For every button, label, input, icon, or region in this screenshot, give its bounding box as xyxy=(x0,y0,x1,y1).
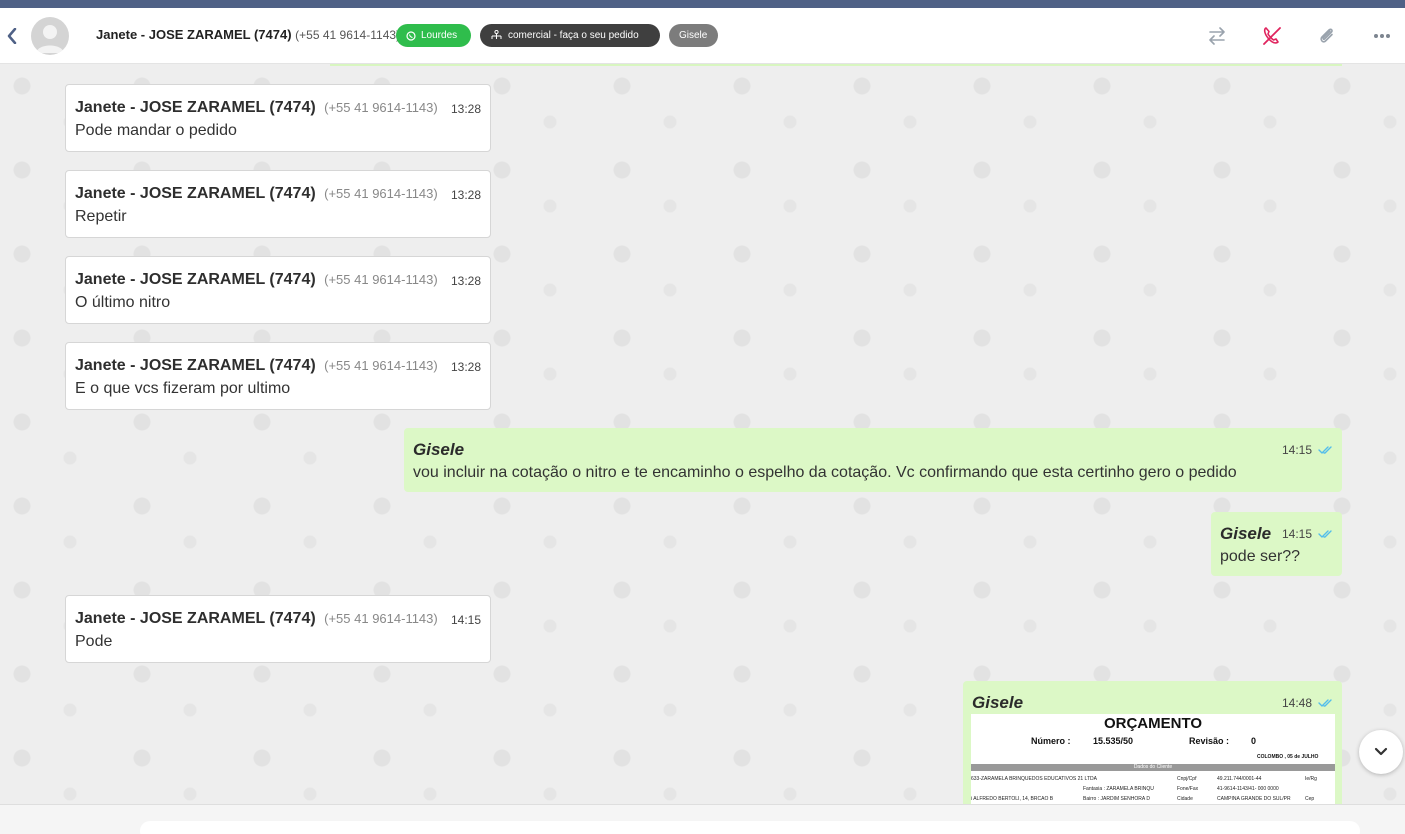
document-client-field: Cidade xyxy=(1177,796,1193,802)
message-sender: Gisele xyxy=(413,440,465,459)
department-tag-label: comercial - faça o seu pedido xyxy=(508,30,639,41)
message-sender: Janete - JOSE ZARAMEL (7474) xyxy=(75,357,316,374)
message-sender: Janete - JOSE ZARAMEL (7474) xyxy=(75,610,316,627)
document-client-field: CAMPINA GRANDE DO SUL/PR xyxy=(1217,796,1291,802)
outgoing-document-message[interactable]: Gisele 14:48 ORÇAMENTO Número : 15.535/5… xyxy=(963,681,1342,804)
read-ticks-icon xyxy=(1318,530,1332,538)
document-client-field: Fone/Fax xyxy=(1177,786,1199,792)
back-button[interactable] xyxy=(2,26,22,46)
message-header: Janete - JOSE ZARAMEL (7474) (+55 41 961… xyxy=(75,99,438,117)
message-input[interactable] xyxy=(140,821,1360,834)
attach-button[interactable] xyxy=(1315,24,1339,48)
document-client-field: Fantasia : ZARAMELA BRINQU xyxy=(1083,786,1154,792)
document-section-header: Dados do Cliente xyxy=(971,764,1335,771)
message-time: 13:28 xyxy=(450,360,481,374)
transfer-button[interactable] xyxy=(1205,24,1229,48)
message-time: 14:15 xyxy=(1281,527,1312,541)
document-client-field: Ie/Rg xyxy=(1305,776,1317,782)
message-header: Janete - JOSE ZARAMEL (7474) (+55 41 961… xyxy=(75,610,438,628)
transfer-icon xyxy=(1209,27,1225,45)
message-time: 14:48 xyxy=(1281,696,1312,710)
end-call-icon xyxy=(1263,27,1281,45)
department-tag[interactable]: comercial - faça o seu pedido xyxy=(480,24,660,47)
message-sender: Gisele xyxy=(972,693,1024,712)
message-status: 14:15 xyxy=(1282,527,1334,541)
document-client-line: 633-ZARAMELA BRINQUEDOS EDUCATIVOS 21 LT… xyxy=(971,776,1097,782)
document-number-label: Número : xyxy=(1031,736,1071,746)
document-client-field: 41-9614-1143/41- 000 0000 xyxy=(1217,786,1279,792)
user-silhouette-icon xyxy=(36,25,64,53)
message-sender: Janete - JOSE ZARAMEL (7474) xyxy=(75,185,316,202)
read-ticks-icon xyxy=(1318,446,1332,454)
previous-message-edge xyxy=(330,64,1342,66)
read-ticks-icon xyxy=(1318,699,1332,707)
message-header: Janete - JOSE ZARAMEL (7474) (+55 41 961… xyxy=(75,357,438,375)
document-client-line: i ALFREDO BERTOLI, 14, BRCAO B xyxy=(971,796,1054,802)
document-location-date: COLOMBO , 05 de JULHO xyxy=(1257,754,1319,760)
outgoing-message[interactable]: Gisele 14:15 pode ser?? xyxy=(1211,512,1342,576)
message-phone: (+55 41 9614-1143) xyxy=(324,611,438,626)
message-text: vou incluir na cotação o nitro e te enca… xyxy=(413,464,1237,481)
more-icon xyxy=(1374,34,1390,38)
message-text: Pode mandar o pedido xyxy=(75,122,237,139)
document-client-field: 49.211.744/0001-44 xyxy=(1217,776,1262,782)
message-sender: Janete - JOSE ZARAMEL (7474) xyxy=(75,271,316,288)
whatsapp-icon xyxy=(406,30,416,41)
document-number-value: 15.535/50 xyxy=(1093,736,1134,746)
message-text: pode ser?? xyxy=(1220,548,1301,565)
message-time: 14:15 xyxy=(1281,443,1312,457)
outgoing-message[interactable]: Gisele 14:15 vou incluir na cotação o ni… xyxy=(404,428,1342,492)
whatsapp-channel-tag[interactable]: Lourdes xyxy=(396,24,471,47)
message-header: Janete - JOSE ZARAMEL (7474) (+55 41 961… xyxy=(75,185,438,203)
message-status: 14:15 xyxy=(1282,443,1334,457)
whatsapp-tag-label: Lourdes xyxy=(421,30,458,41)
composer-bar xyxy=(0,804,1405,834)
incoming-message[interactable]: Janete - JOSE ZARAMEL (7474) (+55 41 961… xyxy=(65,595,491,663)
message-status: 14:48 xyxy=(1282,696,1334,710)
scroll-to-bottom-button[interactable] xyxy=(1359,730,1403,774)
message-text: Pode xyxy=(75,633,113,650)
message-time: 13:28 xyxy=(450,188,481,202)
message-list[interactable]: Janete - JOSE ZARAMEL (7474) (+55 41 961… xyxy=(0,64,1405,804)
agent-tag[interactable]: Gisele xyxy=(669,24,718,47)
chevron-down-icon xyxy=(1374,747,1388,756)
chevron-left-icon xyxy=(7,28,17,44)
incoming-message[interactable]: Janete - JOSE ZARAMEL (7474) (+55 41 961… xyxy=(65,84,491,152)
agent-tag-label: Gisele xyxy=(679,30,708,41)
document-client-field: Cep xyxy=(1305,796,1315,802)
more-options-button[interactable] xyxy=(1370,24,1394,48)
document-revision-value: 0 xyxy=(1251,736,1257,746)
message-time: 13:28 xyxy=(450,274,481,288)
message-text: E o que vcs fizeram por ultimo xyxy=(75,380,291,397)
contact-title[interactable]: Janete - JOSE ZARAMEL (7474) (+55 41 961… xyxy=(96,27,400,42)
incoming-message[interactable]: Janete - JOSE ZARAMEL (7474) (+55 41 961… xyxy=(65,170,491,238)
document-title: ORÇAMENTO xyxy=(1103,715,1203,732)
incoming-message[interactable]: Janete - JOSE ZARAMEL (7474) (+55 41 961… xyxy=(65,256,491,324)
document-preview[interactable]: ORÇAMENTO Número : 15.535/50 Revisão : 0… xyxy=(971,714,1335,804)
message-phone: (+55 41 9614-1143) xyxy=(324,358,438,373)
attach-icon xyxy=(1320,28,1333,43)
document-client-field: Cnpj/Cpf xyxy=(1177,776,1197,782)
message-header: Janete - JOSE ZARAMEL (7474) (+55 41 961… xyxy=(75,271,438,289)
avatar[interactable] xyxy=(31,17,69,55)
message-phone: (+55 41 9614-1143) xyxy=(324,272,438,287)
message-sender: Gisele xyxy=(1220,524,1272,543)
org-chart-icon xyxy=(491,30,502,39)
message-phone: (+55 41 9614-1143) xyxy=(324,186,438,201)
top-accent-bar xyxy=(0,0,1405,8)
message-time: 14:15 xyxy=(450,613,481,627)
message-text: O último nitro xyxy=(75,294,171,311)
message-time: 13:28 xyxy=(450,102,481,116)
document-revision-label: Revisão : xyxy=(1189,736,1230,746)
message-sender: Janete - JOSE ZARAMEL (7474) xyxy=(75,99,316,116)
contact-name: Janete - JOSE ZARAMEL (7474) xyxy=(96,27,292,42)
document-client-field: Bairro : JARDIM SENHORA D xyxy=(1083,796,1150,802)
message-phone: (+55 41 9614-1143) xyxy=(324,100,438,115)
end-conversation-button[interactable] xyxy=(1260,24,1284,48)
contact-phone: (+55 41 9614-1143) xyxy=(295,28,401,42)
chat-header: Janete - JOSE ZARAMEL (7474) (+55 41 961… xyxy=(0,8,1405,64)
incoming-message[interactable]: Janete - JOSE ZARAMEL (7474) (+55 41 961… xyxy=(65,342,491,410)
message-text: Repetir xyxy=(75,208,127,225)
